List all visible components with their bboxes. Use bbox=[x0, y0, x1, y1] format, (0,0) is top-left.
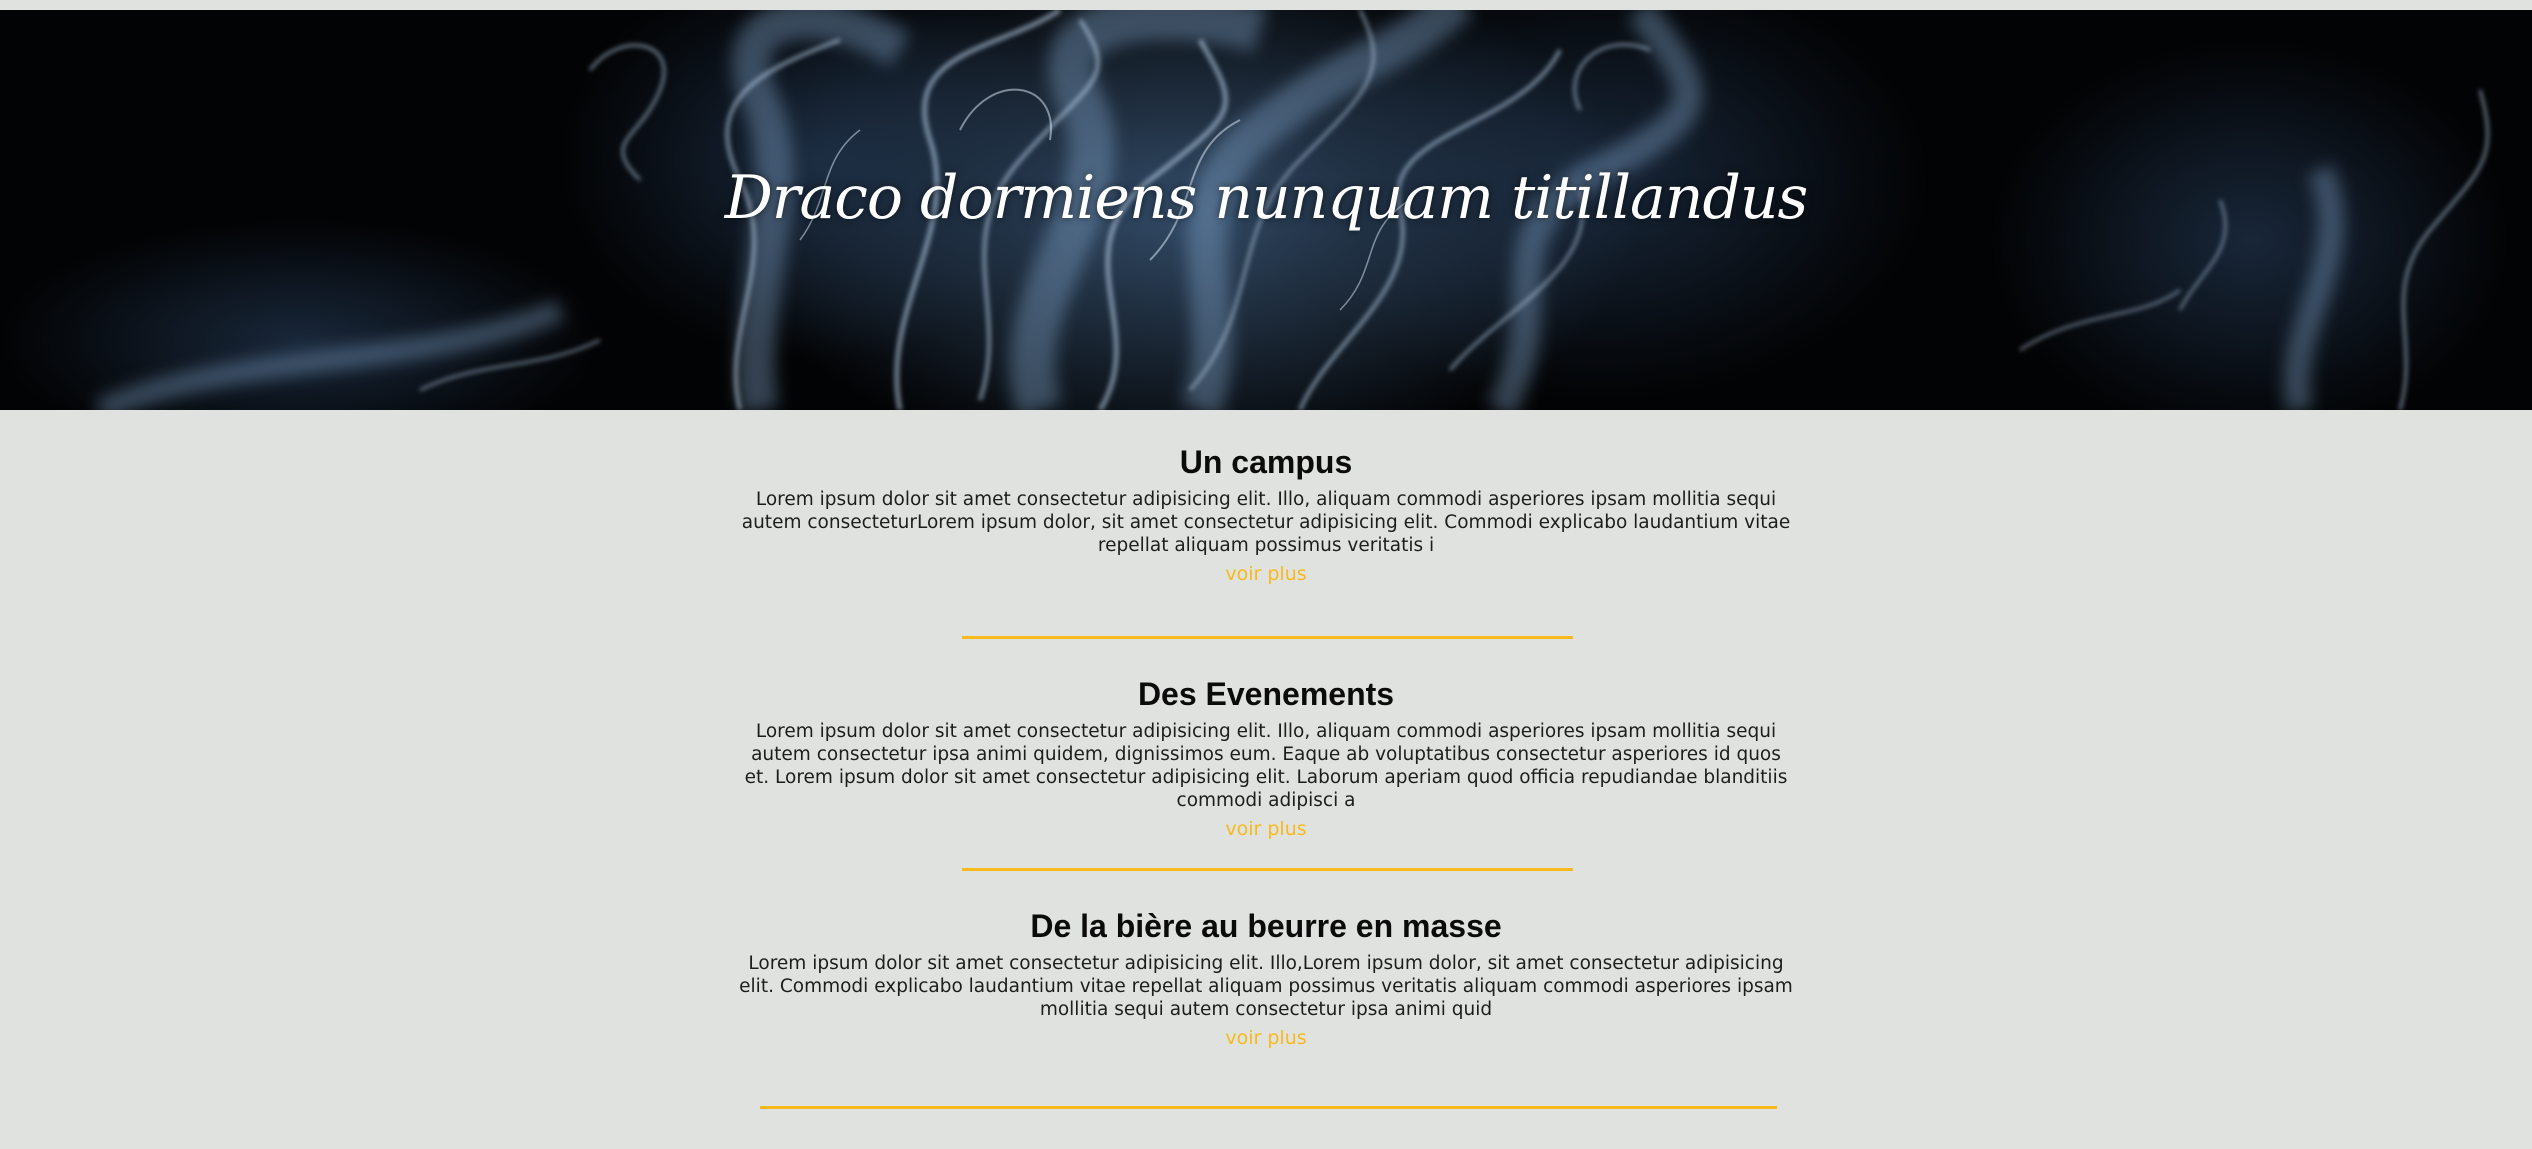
main-content: Un campus Lorem ipsum dolor sit amet con… bbox=[0, 410, 2532, 1149]
section-heading: Des Evenements bbox=[1137, 676, 1395, 712]
section-heading: De la bière au beurre en masse bbox=[1030, 908, 1502, 944]
section-divider bbox=[962, 636, 1573, 639]
section-divider bbox=[760, 1106, 1777, 1109]
section-text: Lorem ipsum dolor sit amet consectetur a… bbox=[739, 953, 1793, 1020]
voir-plus-link-biere[interactable]: voir plus bbox=[0, 1025, 2532, 1051]
section-text: Lorem ipsum dolor sit amet consectetur a… bbox=[744, 721, 1788, 811]
section-campus: Un campus Lorem ipsum dolor sit amet con… bbox=[0, 442, 2532, 587]
section-divider bbox=[962, 868, 1573, 871]
section-text: Lorem ipsum dolor sit amet consectetur a… bbox=[741, 489, 1791, 556]
section-evenements: Des Evenements Lorem ipsum dolor sit ame… bbox=[0, 674, 2532, 842]
hero-title: Draco dormiens nunquam titillandus bbox=[0, 10, 2532, 410]
section-biere: De la bière au beurre en masse Lorem ips… bbox=[0, 906, 2532, 1051]
hero-banner: Draco dormiens nunquam titillandus bbox=[0, 10, 2532, 410]
voir-plus-link-campus[interactable]: voir plus bbox=[0, 561, 2532, 587]
voir-plus-link-evenements[interactable]: voir plus bbox=[0, 816, 2532, 842]
top-strip bbox=[0, 0, 2532, 10]
hero-title-text: Draco dormiens nunquam titillandus bbox=[724, 163, 1809, 233]
section-heading: Un campus bbox=[1179, 444, 1353, 480]
